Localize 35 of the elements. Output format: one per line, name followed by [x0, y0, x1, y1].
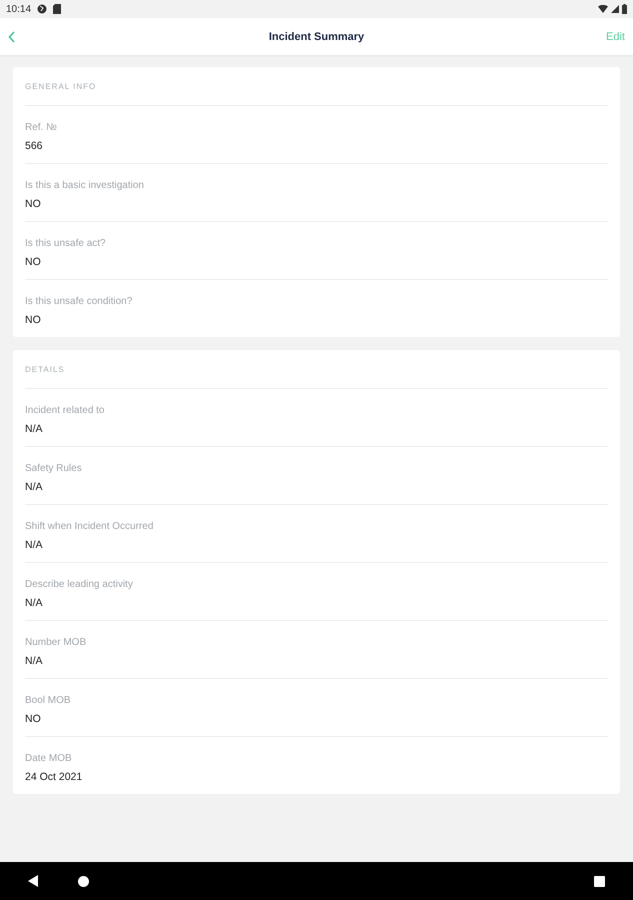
field-label: Incident related to: [25, 405, 104, 416]
screen-title: Incident Summary: [268, 30, 366, 42]
field-value: 24 Oct 2021: [25, 771, 82, 783]
field-label: Is this a basic investigation: [25, 180, 144, 191]
back-nav-button[interactable]: [28, 875, 38, 887]
field-label: Safety Rules: [25, 463, 82, 474]
field-label: Ref. №: [25, 122, 57, 133]
signal-icon: [611, 5, 619, 13]
recents-nav-button[interactable]: [594, 876, 605, 886]
back-chevron-icon: [8, 30, 16, 42]
section-heading: GENERAL INFO: [25, 82, 96, 91]
sd-card-icon: [53, 4, 62, 14]
field-value: N/A: [25, 597, 43, 609]
field-label: Shift when Incident Occurred: [25, 521, 154, 532]
field-value: NO: [25, 256, 41, 268]
field-value: NO: [25, 314, 41, 326]
section-heading: DETAILS: [25, 365, 65, 374]
field-value: 566: [25, 140, 43, 152]
field-label: Date MOB: [25, 753, 72, 764]
field-value: N/A: [25, 423, 43, 435]
field-label: Is this unsafe act?: [25, 238, 106, 249]
field-label: Describe leading activity: [25, 579, 133, 590]
field-value: NO: [25, 713, 41, 725]
wifi-icon: [598, 5, 608, 13]
field-value: N/A: [25, 655, 43, 667]
field-value: NO: [25, 198, 41, 210]
field-label: Is this unsafe condition?: [25, 296, 132, 307]
field-label: Number MOB: [25, 637, 86, 648]
field-label: Bool MOB: [25, 695, 71, 706]
home-nav-button[interactable]: [78, 876, 89, 886]
battery-icon: [622, 4, 627, 14]
field-value: N/A: [25, 539, 43, 551]
edit-button[interactable]: Edit: [606, 30, 625, 42]
field-value: N/A: [25, 481, 43, 493]
clock-time: 10:14: [6, 4, 32, 14]
